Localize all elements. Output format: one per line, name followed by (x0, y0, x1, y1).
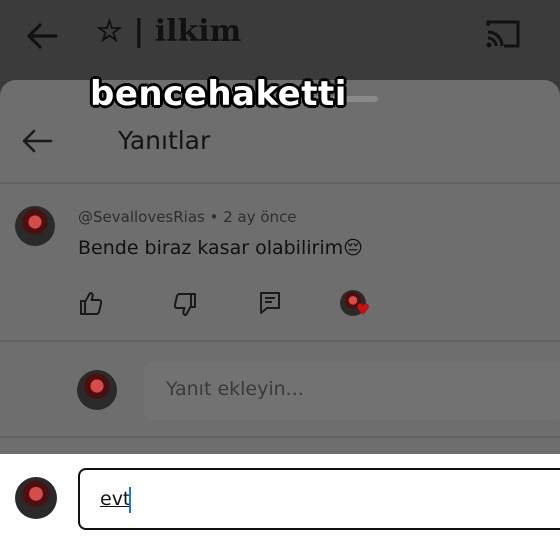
compose-value[interactable]: evt (100, 488, 130, 510)
text-caret (129, 487, 131, 513)
avatar (77, 370, 117, 410)
top-app-bar: ☆ | ilkim (0, 0, 560, 80)
divider (0, 182, 560, 184)
cast-icon[interactable] (484, 18, 522, 50)
avatar[interactable] (15, 206, 55, 246)
divider (0, 436, 560, 438)
sheet-title: Yanıtlar (118, 126, 211, 155)
avatar (15, 477, 57, 519)
channel-title: ☆ | ilkim (96, 14, 242, 49)
reply-icon[interactable] (258, 290, 282, 316)
comment-author[interactable]: @SevallovesRias • 2 ay önce (78, 208, 297, 226)
reply-placeholder: Yanıt ekleyin... (166, 378, 304, 400)
creator-heart-icon: ♥ (356, 300, 371, 319)
arrow-left-icon[interactable] (22, 16, 62, 56)
overlay-caption: bencehaketti (90, 74, 347, 114)
divider (0, 340, 560, 342)
dislike-icon[interactable] (172, 292, 198, 318)
arrow-left-icon[interactable] (18, 122, 56, 160)
comment-text: Bende biraz kasar olabilirim😔 (78, 237, 363, 259)
like-icon[interactable] (78, 290, 104, 316)
compose-input[interactable] (78, 468, 560, 530)
